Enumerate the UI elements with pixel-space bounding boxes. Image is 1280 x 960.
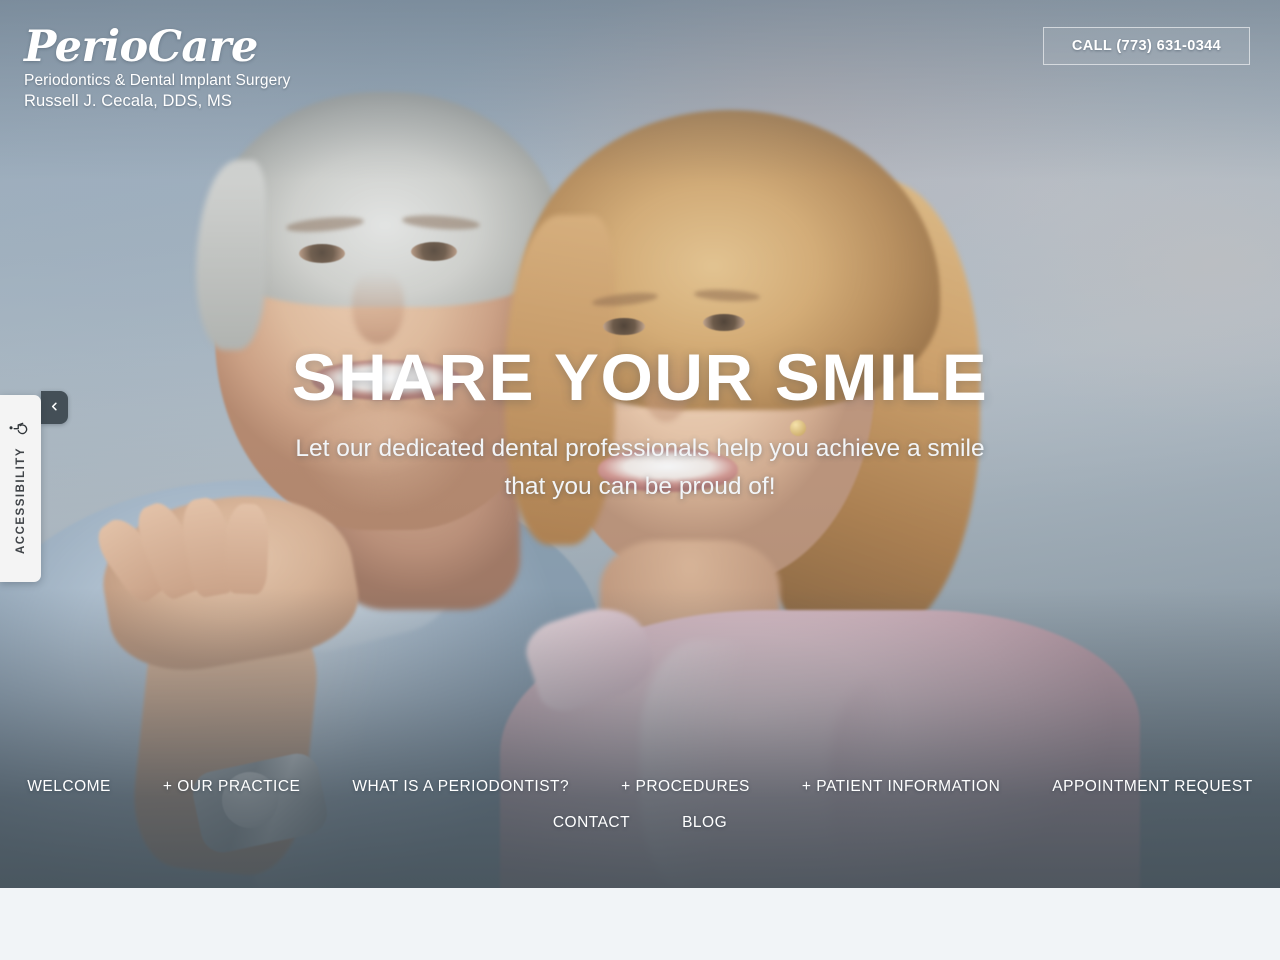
nav-row-1: WELCOME + OUR PRACTICE WHAT IS A PERIODO… (0, 778, 1280, 796)
content-section-below-hero (0, 888, 1280, 960)
hero-subheadline-line2: that you can be proud of! (504, 473, 776, 500)
nav-item-what-is-a-periodontist[interactable]: WHAT IS A PERIODONTIST? (326, 778, 595, 796)
chevron-left-icon (49, 399, 60, 417)
hero-banner: PerioCare Periodontics & Dental Implant … (0, 0, 1280, 888)
nav-item-blog[interactable]: BLOG (656, 814, 753, 832)
accessibility-widget[interactable]: ACCESSIBILITY (0, 395, 41, 582)
accessibility-collapse-tab[interactable] (41, 391, 68, 424)
logo-wordmark: PerioCare (24, 22, 258, 72)
main-navigation: WELCOME + OUR PRACTICE WHAT IS A PERIODO… (0, 778, 1280, 832)
call-button[interactable]: CALL (773) 631-0344 (1043, 27, 1250, 65)
hero-subheadline: Let our dedicated dental professionals h… (0, 430, 1280, 506)
nav-item-procedures[interactable]: + PROCEDURES (595, 778, 776, 796)
page-root: PerioCare Periodontics & Dental Implant … (0, 0, 1280, 960)
nav-item-welcome[interactable]: WELCOME (1, 778, 137, 796)
accessibility-widget-label: ACCESSIBILITY (14, 447, 27, 555)
call-button-label: CALL (773) 631-0344 (1071, 38, 1222, 54)
logo-doctor-name: Russell J. Cecala, DDS, MS (24, 92, 232, 110)
hero-bottom-scrim (0, 588, 1280, 888)
hero-subheadline-line1: Let our dedicated dental professionals h… (295, 435, 985, 462)
site-logo[interactable]: PerioCare Periodontics & Dental Implant … (24, 24, 290, 112)
nav-item-patient-information[interactable]: + PATIENT INFORMATION (776, 778, 1026, 796)
hero-headline: SHARE YOUR SMILE (291, 340, 989, 414)
logo-tagline: Periodontics & Dental Implant Surgery (24, 72, 291, 89)
nav-item-appointment-request[interactable]: APPOINTMENT REQUEST (1026, 778, 1278, 796)
nav-item-contact[interactable]: CONTACT (527, 814, 656, 832)
nav-item-our-practice[interactable]: + OUR PRACTICE (137, 778, 326, 796)
nav-row-2: CONTACT BLOG (0, 814, 1280, 832)
hero-text-block: SHARE YOUR SMILE Let our dedicated denta… (0, 340, 1280, 506)
wheelchair-icon (9, 420, 33, 439)
